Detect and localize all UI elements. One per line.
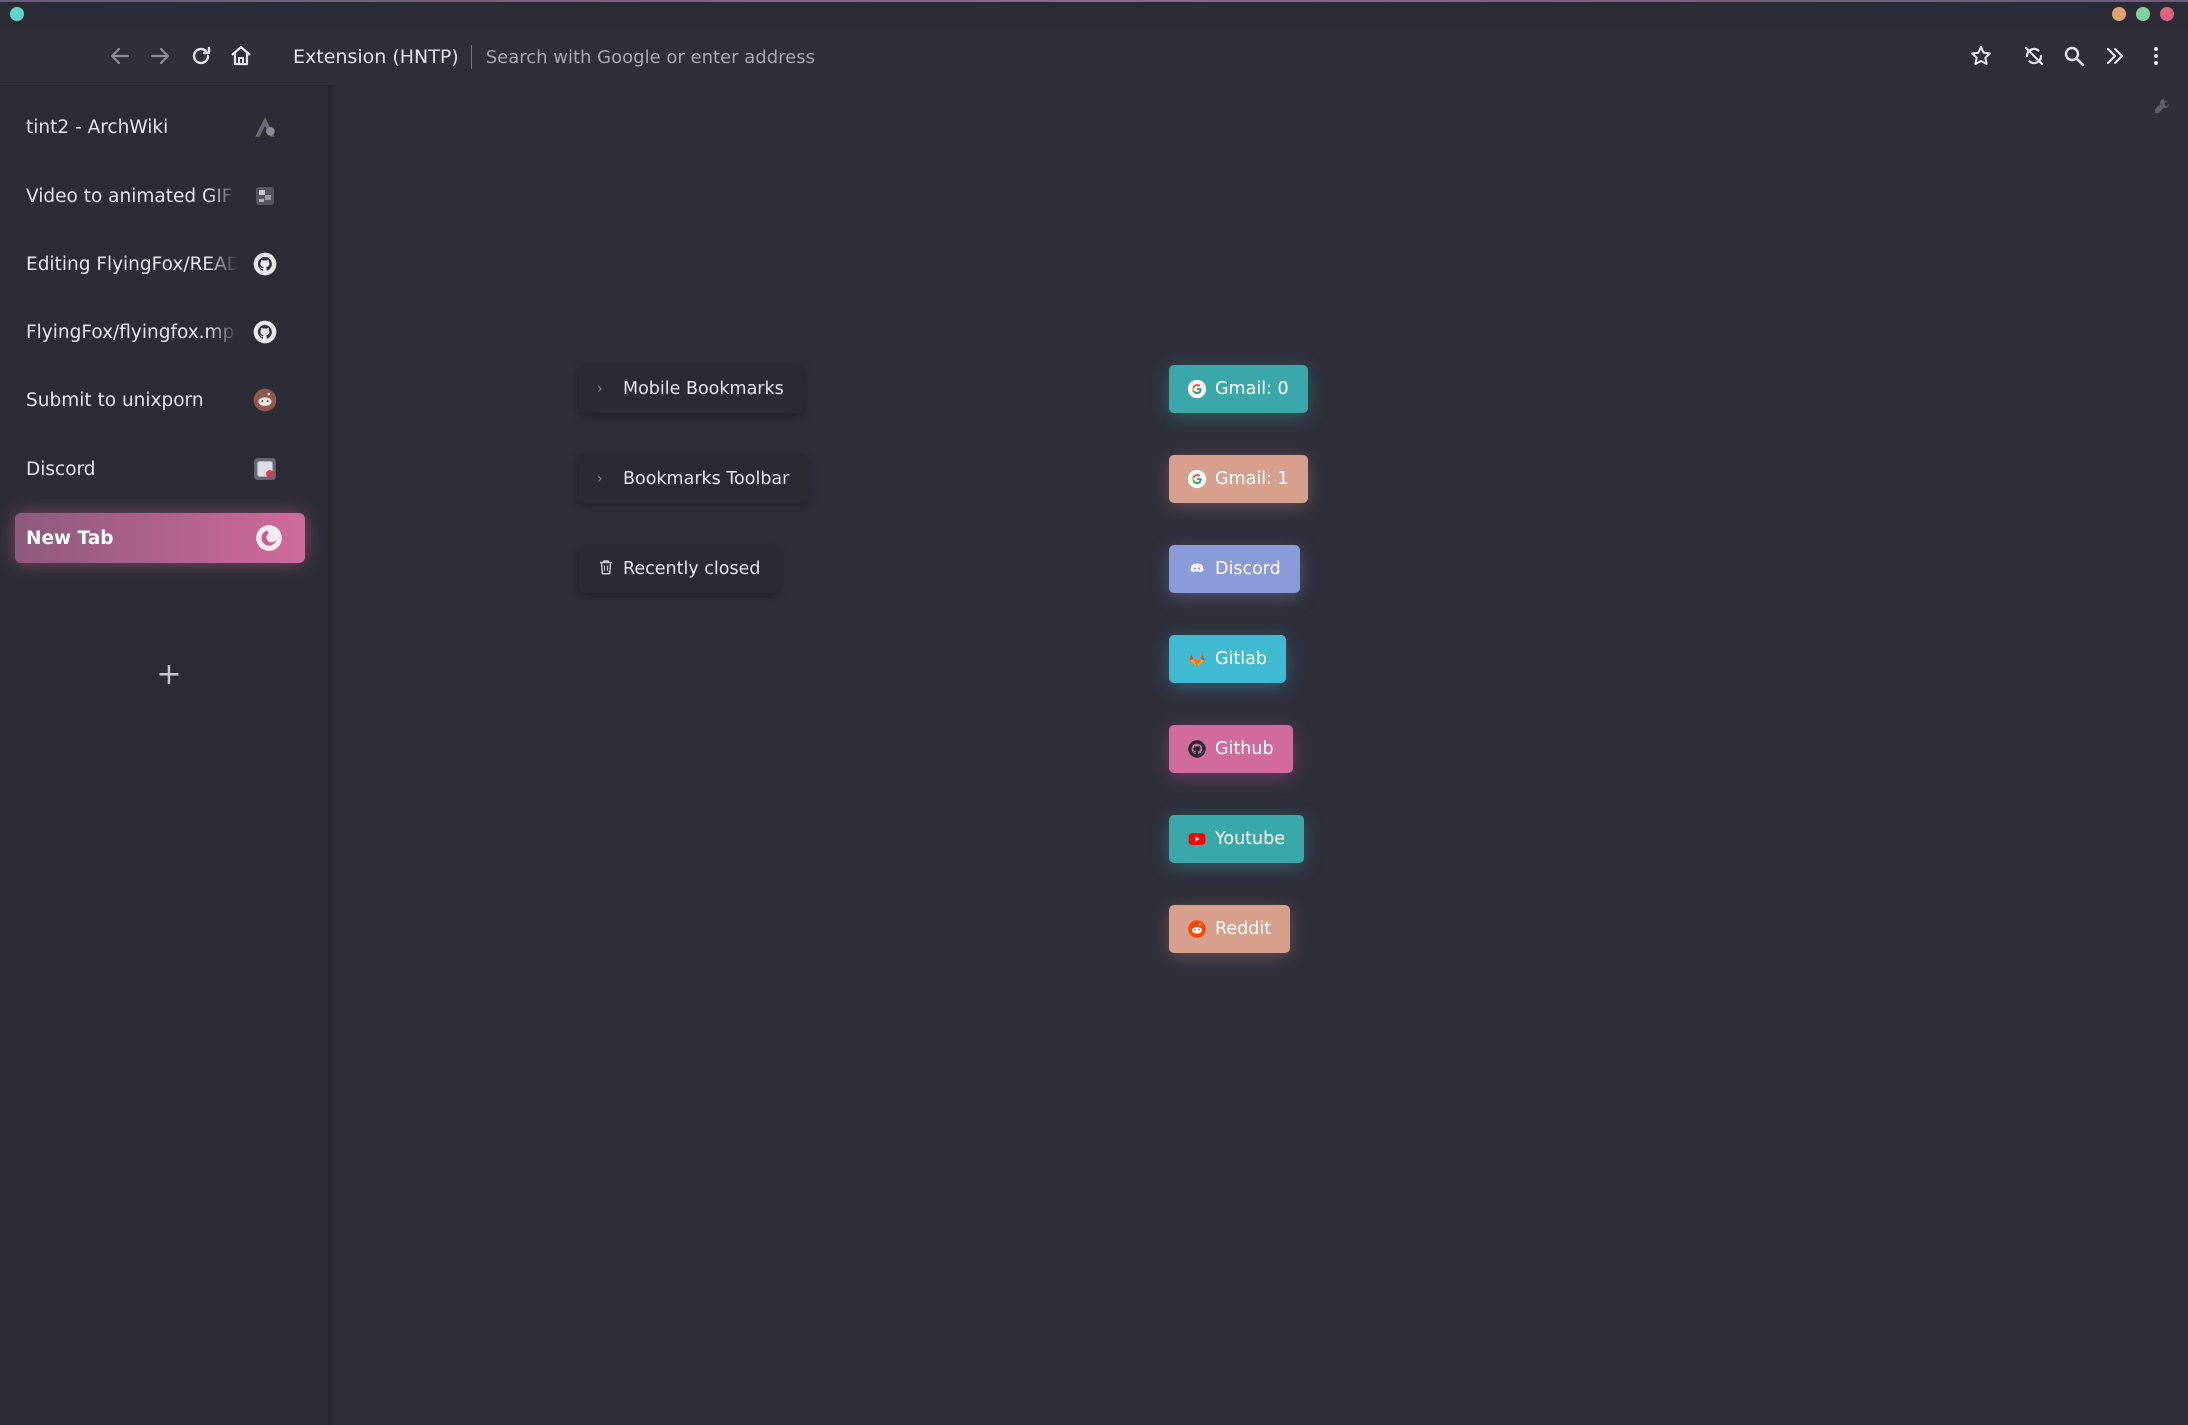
forward-arrow-icon <box>150 47 170 65</box>
bookmark-star-button[interactable] <box>1963 38 1999 74</box>
trash-icon <box>597 558 615 580</box>
bookmark-gitlab[interactable]: Gitlab <box>1169 635 1286 683</box>
address-input[interactable] <box>483 45 1188 69</box>
folder-label: Recently closed <box>623 559 761 579</box>
overflow-button[interactable] <box>2097 38 2133 74</box>
chevron-right-icon: › <box>597 471 603 487</box>
home-icon <box>231 45 251 66</box>
tab-title: Discord <box>26 458 96 480</box>
tab-title: FlyingFox/flyingfox.mp4 <box>26 321 238 343</box>
search-button[interactable] <box>2056 38 2092 74</box>
minimize-button[interactable] <box>2112 7 2126 21</box>
maximize-button[interactable] <box>2136 7 2150 21</box>
navigation-toolbar: Extension (HNTP) <box>0 28 2188 86</box>
new-tab-button[interactable]: + <box>154 660 184 690</box>
github-icon <box>251 318 279 346</box>
sync-off-icon <box>2024 46 2044 66</box>
sidebar-shadow <box>328 86 338 1425</box>
ezgif-icon <box>251 182 279 210</box>
folder-bookmarks-toolbar[interactable]: › Bookmarks Toolbar <box>579 455 809 503</box>
forward-button[interactable] <box>142 38 178 74</box>
tab-title: Video to animated GIF converter <box>26 185 238 207</box>
bookmark-discord[interactable]: Discord <box>1169 545 1300 593</box>
google-icon <box>1187 379 1207 399</box>
folder-label: Mobile Bookmarks <box>623 379 784 399</box>
tab-item[interactable]: Video to animated GIF converter <box>15 171 305 221</box>
tab-item[interactable]: Discord <box>15 444 305 494</box>
back-button[interactable] <box>102 38 138 74</box>
bookmark-gmail-0[interactable]: Gmail: 0 <box>1169 365 1308 413</box>
titlebar-accent-line <box>0 0 2188 2</box>
reddit-icon <box>251 386 279 414</box>
overflow-chevrons-icon <box>2106 47 2124 65</box>
gitlab-icon <box>1187 649 1207 669</box>
search-icon <box>2064 46 2085 67</box>
chevron-right-icon: › <box>597 381 603 397</box>
bookmark-github[interactable]: Github <box>1169 725 1293 773</box>
back-arrow-icon <box>110 47 130 65</box>
star-icon <box>1971 46 1991 65</box>
bookmark-label: Gmail: 1 <box>1215 469 1289 489</box>
sync-button[interactable] <box>2016 38 2052 74</box>
tab-title: Submit to unixporn <box>26 389 204 411</box>
identity-label[interactable]: Extension (HNTP) <box>293 46 459 68</box>
folder-recently-closed[interactable]: Recently closed <box>579 545 780 593</box>
folder-label: Bookmarks Toolbar <box>623 469 790 489</box>
bookmark-label: Discord <box>1215 559 1281 579</box>
menu-kebab-icon <box>2154 47 2158 65</box>
tab-title: Editing FlyingFox/README.md <box>26 253 238 275</box>
bookmark-label: Reddit <box>1215 919 1272 939</box>
tab-title: tint2 - ArchWiki <box>26 116 169 138</box>
folder-mobile-bookmarks[interactable]: › Mobile Bookmarks <box>579 365 803 413</box>
firefox-icon <box>255 524 283 552</box>
reload-button[interactable] <box>183 38 219 74</box>
urlbar-separator <box>470 45 472 69</box>
bookmark-label: Gitlab <box>1215 649 1267 669</box>
google-icon <box>1187 469 1207 489</box>
bookmark-label: Github <box>1215 739 1274 759</box>
close-button[interactable] <box>2160 7 2174 21</box>
bookmark-label: Youtube <box>1215 829 1285 849</box>
home-button[interactable] <box>223 38 259 74</box>
github-icon <box>1187 739 1207 759</box>
tab-item[interactable]: FlyingFox/flyingfox.mp4 <box>15 307 305 357</box>
github-icon <box>251 250 279 278</box>
bookmark-youtube[interactable]: Youtube <box>1169 815 1304 863</box>
tab-item[interactable]: Editing FlyingFox/README.md <box>15 239 305 289</box>
discord-icon <box>251 455 279 483</box>
tab-item[interactable]: tint2 - ArchWiki <box>15 102 305 152</box>
archwiki-icon <box>251 113 279 141</box>
url-bar[interactable]: Extension (HNTP) <box>293 40 1188 74</box>
app-indicator-dot <box>10 7 24 21</box>
bookmark-label: Gmail: 0 <box>1215 379 1289 399</box>
tabs-sidebar: tint2 - ArchWiki Video to animated GIF c… <box>0 86 328 1425</box>
reload-icon <box>192 46 211 65</box>
bookmark-reddit[interactable]: Reddit <box>1169 905 1291 953</box>
discord-icon <box>1187 559 1207 579</box>
app-menu-button[interactable] <box>2138 38 2174 74</box>
tab-item-active[interactable]: New Tab <box>15 513 305 563</box>
bookmark-gmail-1[interactable]: Gmail: 1 <box>1169 455 1308 503</box>
window-titlebar <box>0 0 2188 28</box>
reddit-icon <box>1187 919 1207 939</box>
tab-item[interactable]: Submit to unixporn <box>15 375 305 425</box>
wrench-icon[interactable] <box>2152 96 2172 116</box>
tab-title: New Tab <box>26 527 114 549</box>
youtube-icon <box>1187 829 1207 849</box>
